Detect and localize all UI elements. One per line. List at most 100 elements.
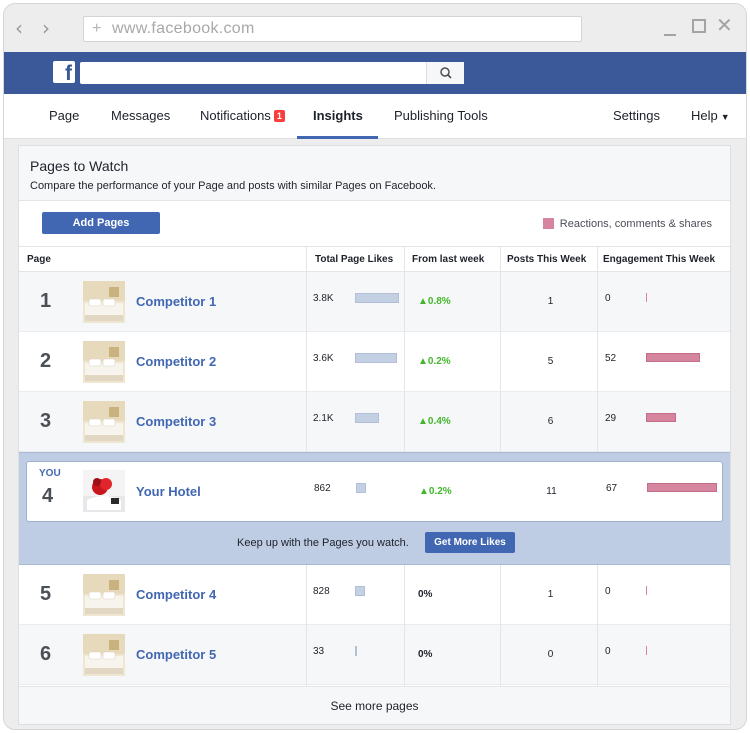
your-page-name[interactable]: Your Hotel xyxy=(136,484,201,499)
caret-down-icon: ▼ xyxy=(720,112,730,122)
change-value: ▲0.4% xyxy=(418,416,451,427)
tab-notifications-label: Notifications xyxy=(200,108,271,123)
likes-bar xyxy=(355,586,365,596)
browser-window: ‹ › + www.facebook.com ✕ f Page Messages… xyxy=(3,3,747,730)
page-name-link[interactable]: Competitor 4 xyxy=(136,587,216,602)
address-bar[interactable]: + www.facebook.com xyxy=(83,16,582,42)
tab-publishing-tools[interactable]: Publishing Tools xyxy=(394,108,488,123)
page-tabs: Page Messages Notifications 1 Insights Pu… xyxy=(4,94,746,139)
legend: Reactions, comments & shares xyxy=(542,218,712,230)
page-thumbnail[interactable] xyxy=(83,341,125,383)
engagement-bar xyxy=(647,483,717,492)
likes-value: 2.1K xyxy=(313,413,334,424)
your-page-thumbnail[interactable] xyxy=(83,470,125,512)
engagement-value: 52 xyxy=(605,353,617,364)
likes-bar xyxy=(355,293,399,303)
column-divider xyxy=(306,246,307,452)
search-button[interactable] xyxy=(426,62,464,84)
posts-value: 1 xyxy=(547,589,554,600)
promo-text: Keep up with the Pages you watch. xyxy=(237,537,409,549)
table-row[interactable]: 6 Competitor 5 33 0% 0 0 xyxy=(19,625,730,685)
engagement-bar xyxy=(646,413,676,422)
search-input[interactable] xyxy=(80,62,464,84)
likes-bar xyxy=(355,646,357,656)
page-name-link[interactable]: Competitor 5 xyxy=(136,647,216,662)
add-pages-button[interactable]: Add Pages xyxy=(42,212,160,234)
close-icon[interactable]: ✕ xyxy=(716,15,733,35)
legend-swatch xyxy=(542,218,554,229)
your-page-row[interactable]: YOU 4 Your Hotel 862 ▲0.2% 11 67 xyxy=(26,461,723,522)
chevron-right-icon[interactable]: › xyxy=(42,18,50,38)
table-row[interactable]: 2 Competitor 2 3.6K ▲0.2% 5 52 xyxy=(19,332,730,392)
url-text: www.facebook.com xyxy=(112,20,255,37)
change-text: 0% xyxy=(418,649,433,660)
tab-messages[interactable]: Messages xyxy=(111,108,170,123)
change-text: 0.2% xyxy=(428,486,452,497)
change-value: ▲0.2% xyxy=(418,356,451,367)
column-divider xyxy=(404,565,405,686)
rank-number: 4 xyxy=(42,485,54,507)
column-header-page: Page xyxy=(27,254,51,265)
up-arrow-icon: ▲ xyxy=(419,486,429,497)
maximize-icon[interactable] xyxy=(692,19,706,33)
minimize-icon[interactable] xyxy=(664,34,676,36)
column-divider xyxy=(597,246,598,452)
page-name-link[interactable]: Competitor 3 xyxy=(136,414,216,429)
engagement-value: 0 xyxy=(605,586,611,597)
page-name-link[interactable]: Competitor 2 xyxy=(136,354,216,369)
column-header-engagement: Engagement This Week xyxy=(603,254,716,265)
table-row[interactable]: 1 Competitor 1 3.8K ▲0.8% 1 0 xyxy=(19,272,730,332)
facebook-logo-icon[interactable]: f xyxy=(53,61,75,83)
page-thumbnail[interactable] xyxy=(83,401,125,443)
you-label: YOU xyxy=(39,468,61,479)
posts-value: 11 xyxy=(546,486,557,497)
tab-notifications[interactable]: Notifications 1 xyxy=(200,108,285,123)
tab-insights[interactable]: Insights xyxy=(313,108,363,123)
up-arrow-icon: ▲ xyxy=(418,356,428,367)
tab-settings[interactable]: Settings xyxy=(613,108,660,123)
facebook-header: f xyxy=(4,52,746,94)
table-header: Page Total Page Likes From last week Pos… xyxy=(19,246,730,272)
change-text: 0.2% xyxy=(427,356,451,367)
table-row[interactable]: 3 Competitor 3 2.1K ▲0.4% 6 29 xyxy=(19,392,730,452)
see-more-pages-link[interactable]: See more pages xyxy=(19,686,730,724)
legend-label: Reactions, comments & shares xyxy=(559,218,712,230)
engagement-bar xyxy=(646,646,647,655)
likes-value: 3.8K xyxy=(313,293,334,304)
likes-value: 862 xyxy=(314,483,331,494)
column-divider xyxy=(500,565,501,686)
plus-icon: + xyxy=(92,20,102,37)
rank-number: 2 xyxy=(40,350,52,372)
posts-value: 0 xyxy=(547,649,554,660)
rank-number: 1 xyxy=(40,290,52,312)
column-header-change: From last week xyxy=(412,254,485,265)
panel-header: Pages to Watch Compare the performance o… xyxy=(19,146,730,201)
tab-page[interactable]: Page xyxy=(49,108,79,123)
up-arrow-icon: ▲ xyxy=(418,296,428,307)
likes-bar xyxy=(355,413,379,423)
chevron-left-icon[interactable]: ‹ xyxy=(15,18,23,38)
posts-value: 5 xyxy=(547,356,554,367)
your-page-section: YOU 4 Your Hotel 862 ▲0.2% 11 67 Keep up… xyxy=(19,452,730,565)
tab-help[interactable]: Help ▼ xyxy=(691,108,730,123)
change-text: 0.4% xyxy=(427,416,451,427)
get-more-likes-button[interactable]: Get More Likes xyxy=(425,532,515,553)
rank-number: 3 xyxy=(40,410,52,432)
browser-toolbar: ‹ › + www.facebook.com ✕ xyxy=(4,4,746,52)
panel-title: Pages to Watch xyxy=(30,158,129,174)
column-divider xyxy=(597,565,598,686)
posts-value: 1 xyxy=(547,296,554,307)
posts-value: 6 xyxy=(547,416,554,427)
tab-help-label: Help xyxy=(691,108,718,123)
page-thumbnail[interactable] xyxy=(83,281,125,323)
table-row[interactable]: 5 Competitor 4 828 0% 1 0 xyxy=(19,565,730,625)
page-thumbnail[interactable] xyxy=(83,574,125,616)
engagement-value: 0 xyxy=(605,646,611,657)
page-name-link[interactable]: Competitor 1 xyxy=(136,294,216,309)
engagement-bar xyxy=(646,353,700,362)
panel-subtitle: Compare the performance of your Page and… xyxy=(30,180,436,192)
column-divider xyxy=(306,565,307,686)
change-value: 0% xyxy=(418,649,432,660)
change-value: ▲0.2% xyxy=(419,486,452,497)
page-thumbnail[interactable] xyxy=(83,634,125,676)
